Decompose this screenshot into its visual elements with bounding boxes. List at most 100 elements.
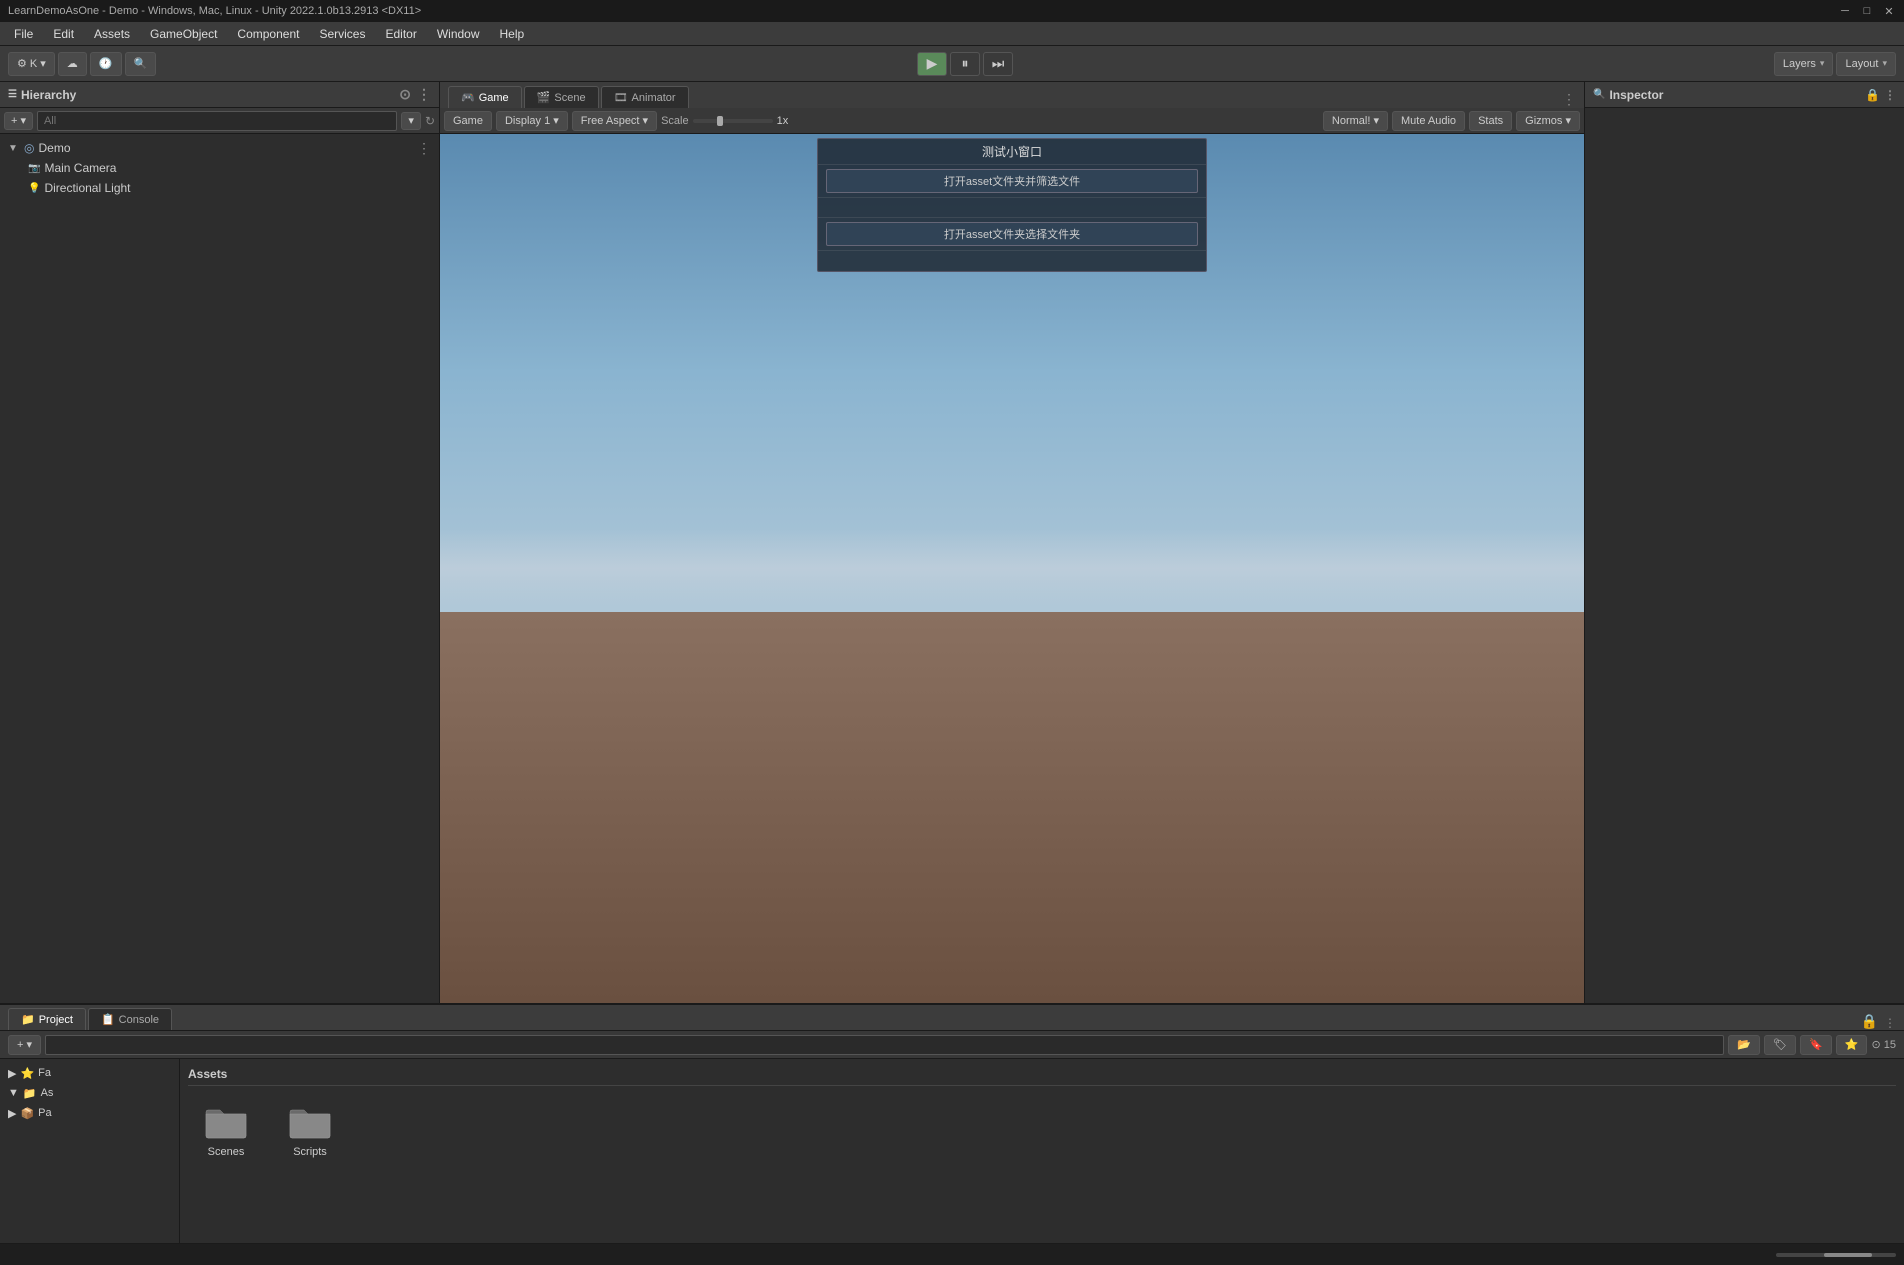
search-icon: 🔍 (134, 57, 148, 70)
animator-tab-label: Animator (632, 92, 676, 104)
title-text: LearnDemoAsOne - Demo - Windows, Mac, Li… (8, 5, 421, 17)
project-search-input[interactable] (45, 1035, 1724, 1055)
inspector-panel: 🔍 Inspector 🔒 ⋮ (1584, 82, 1904, 1003)
game-ui-empty-row (818, 198, 1206, 218)
menu-bar: File Edit Assets GameObject Component Se… (0, 22, 1904, 46)
hierarchy-item-demo[interactable]: ▼ ◎ Demo ⋮ (0, 138, 439, 158)
fa-label: Fa (38, 1067, 51, 1079)
add-icon: + (11, 115, 17, 127)
collab-button[interactable]: ☁ (58, 52, 87, 76)
scale-slider[interactable] (693, 119, 773, 123)
menu-help[interactable]: Help (492, 25, 533, 43)
asset-item-scenes[interactable]: Scenes (188, 1098, 264, 1162)
scenes-label: Scenes (208, 1146, 245, 1158)
hierarchy-panel: ☰ Hierarchy ⊙ ⋮ + ▾ ▾ ↻ ▼ ◎ Demo ⋮ (0, 82, 440, 1003)
stats-label: Stats (1478, 115, 1503, 127)
step-button[interactable]: ⏭ (983, 52, 1013, 76)
menu-gameobject[interactable]: GameObject (142, 25, 225, 43)
inspector-icon: 🔍 (1593, 89, 1605, 100)
scripts-label: Scripts (293, 1146, 327, 1158)
stats-btn[interactable]: Stats (1469, 111, 1512, 131)
open-asset-folder-button[interactable]: 打开asset文件夹选择文件夹 (826, 222, 1198, 246)
project-add-icon: + (17, 1039, 23, 1051)
sidebar-item-assets[interactable]: ▼ 📁 As (4, 1083, 175, 1103)
game-display-btn[interactable]: Game (444, 111, 492, 131)
main-layout: ☰ Hierarchy ⊙ ⋮ + ▾ ▾ ↻ ▼ ◎ Demo ⋮ (0, 82, 1904, 1003)
inspector-lock-button[interactable]: 🔒 (1865, 88, 1880, 102)
menu-window[interactable]: Window (429, 25, 488, 43)
play-button[interactable]: ▶ (917, 52, 947, 76)
menu-file[interactable]: File (6, 25, 41, 43)
project-count-value: 15 (1884, 1039, 1896, 1051)
minimize-button[interactable]: ─ (1838, 4, 1852, 18)
center-panel-options[interactable]: ⋮ (1562, 91, 1576, 108)
menu-component[interactable]: Component (229, 25, 307, 43)
center-panel: 🎮 Game 🎬 Scene 🎞 Animator ⋮ Game Display… (440, 82, 1584, 1003)
asset-item-scripts[interactable]: Scripts (272, 1098, 348, 1162)
bottom-panel-lock[interactable]: 🔒 (1861, 1013, 1878, 1030)
project-icon2: 🏷 (1773, 1038, 1787, 1051)
open-asset-filter-label: 打开asset文件夹并筛选文件 (944, 176, 1080, 188)
project-add-button[interactable]: + ▾ (8, 1035, 41, 1055)
game-ui-panel: 测试小窗口 打开asset文件夹并筛选文件 打开asset文件夹选择文件夹 (817, 138, 1207, 272)
project-icon1-btn[interactable]: 📂 (1728, 1035, 1760, 1055)
game-label: Game (453, 115, 483, 127)
pause-button[interactable]: ⏸ (950, 52, 980, 76)
tab-project[interactable]: 📁 Project (8, 1008, 86, 1030)
layout-dropdown[interactable]: Layout ▾ (1836, 52, 1896, 76)
toolbar-right-group: Layers ▾ Layout ▾ (1774, 52, 1896, 76)
project-icon4-btn[interactable]: ⭐ (1836, 1035, 1868, 1055)
menu-services[interactable]: Services (311, 25, 373, 43)
project-icon3-btn[interactable]: 🔖 (1800, 1035, 1832, 1055)
game-viewport: 测试小窗口 打开asset文件夹并筛选文件 打开asset文件夹选择文件夹 (440, 134, 1584, 1003)
hierarchy-title: Hierarchy (21, 88, 76, 102)
layers-dropdown[interactable]: Layers ▾ (1774, 52, 1834, 76)
menu-assets[interactable]: Assets (86, 25, 138, 43)
normal-btn[interactable]: Normal! ▾ (1323, 111, 1388, 131)
tab-game[interactable]: 🎮 Game (448, 86, 522, 108)
bottom-scrollbar[interactable] (1776, 1253, 1896, 1257)
menu-editor[interactable]: Editor (377, 25, 424, 43)
hierarchy-options-button[interactable]: ⊙ (399, 86, 411, 103)
hierarchy-lock-button[interactable]: ⋮ (417, 86, 431, 103)
gizmos-btn[interactable]: Gizmos ▾ (1516, 111, 1580, 131)
assets-sidebar-label: As (41, 1087, 54, 1099)
game-ui-btn2-row[interactable]: 打开asset文件夹选择文件夹 (818, 218, 1206, 251)
mute-audio-btn[interactable]: Mute Audio (1392, 111, 1465, 131)
game-tab-label: Game (479, 92, 509, 104)
tab-console[interactable]: 📋 Console (88, 1008, 172, 1030)
animator-tab-icon: 🎞 (614, 91, 628, 104)
inspector-options-button[interactable]: ⋮ (1884, 88, 1896, 102)
open-asset-filter-button[interactable]: 打开asset文件夹并筛选文件 (826, 169, 1198, 193)
tab-animator[interactable]: 🎞 Animator (601, 86, 689, 108)
game-ui-btn1-row[interactable]: 打开asset文件夹并筛选文件 (818, 165, 1206, 198)
sidebar-item-pa[interactable]: ▶ 📦 Pa (4, 1103, 175, 1123)
game-ui-empty-row2 (818, 251, 1206, 271)
display-1-btn[interactable]: Display 1 ▾ (496, 111, 568, 131)
step-icon: ⏭ (992, 55, 1005, 72)
account-button[interactable]: ⚙ K ▾ (8, 52, 55, 76)
bottom-panel-options[interactable]: ⋮ (1884, 1016, 1896, 1030)
close-button[interactable]: ✕ (1882, 4, 1896, 18)
hierarchy-reload-button[interactable]: ↻ (425, 114, 435, 128)
tab-scene[interactable]: 🎬 Scene (524, 86, 599, 108)
demo-options[interactable]: ⋮ (417, 140, 431, 157)
sidebar-item-fa[interactable]: ▶ ⭐ Fa (4, 1063, 175, 1083)
free-aspect-btn[interactable]: Free Aspect ▾ (572, 111, 657, 131)
demo-scene-icon: ◎ (24, 141, 34, 155)
cloud-button[interactable]: 🕐 (90, 52, 122, 76)
hierarchy-item-main-camera[interactable]: 📷 Main Camera (0, 158, 439, 178)
inspector-content (1585, 108, 1904, 1003)
menu-edit[interactable]: Edit (45, 25, 82, 43)
project-add-chevron: ▾ (26, 1038, 32, 1051)
hierarchy-search-input[interactable] (37, 111, 397, 131)
hierarchy-filter-button[interactable]: ▾ (401, 112, 421, 130)
project-assets: Assets Scenes Scripts (180, 1059, 1904, 1243)
hierarchy-add-button[interactable]: + ▾ (4, 112, 33, 130)
camera-icon: 📷 (28, 163, 40, 174)
search-global-button[interactable]: 🔍 (125, 52, 157, 76)
hierarchy-item-directional-light[interactable]: 💡 Directional Light (0, 178, 439, 198)
pa-label: Pa (38, 1107, 51, 1119)
maximize-button[interactable]: □ (1860, 4, 1874, 18)
project-icon2-btn[interactable]: 🏷 (1764, 1035, 1796, 1055)
